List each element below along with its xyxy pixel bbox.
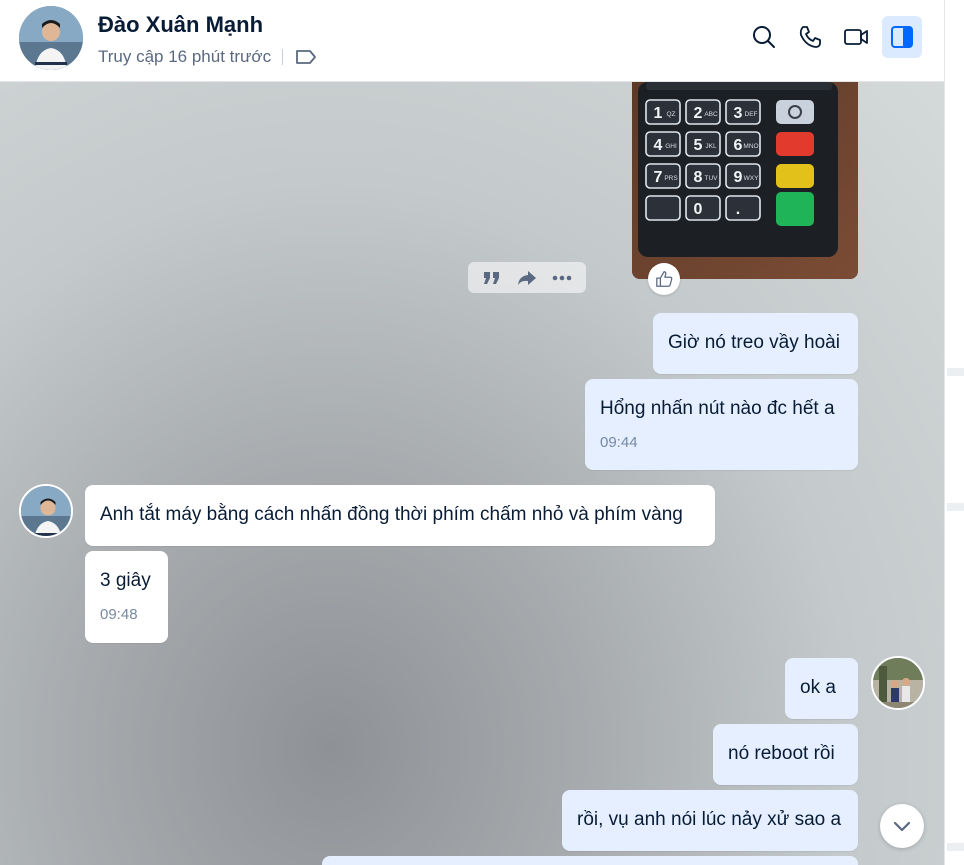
keypad-key-label: 9: [734, 169, 743, 186]
keypad-key-label: 1: [654, 105, 663, 122]
forward-icon[interactable]: [516, 267, 538, 289]
divider: [947, 843, 964, 851]
keypad-key-sublabel: MNO: [743, 143, 758, 150]
divider: [947, 368, 964, 376]
contact-avatar[interactable]: [19, 6, 83, 70]
message-bubble-sent-partial[interactable]: [322, 856, 858, 865]
contact-status: Truy cập 16 phút trước: [98, 47, 317, 67]
keypad-key-label: 6: [734, 137, 743, 154]
like-button[interactable]: [648, 263, 680, 295]
function-key: [776, 100, 814, 124]
keypad-key-sublabel: QZ: [666, 111, 675, 118]
sidebar-toggle-icon: [891, 26, 913, 48]
phone-icon: [799, 26, 821, 48]
keypad-key: [685, 195, 721, 221]
video-icon: [844, 29, 868, 45]
keypad-key-label: 4: [654, 137, 663, 154]
last-seen-text: Truy cập 16 phút trước: [98, 47, 272, 66]
keypad-key-sublabel: WXY: [744, 175, 759, 182]
chevron-down-icon: [893, 821, 911, 832]
keypad-key-label: 3: [734, 105, 743, 122]
message-text: Giờ nó treo vầy hoài: [668, 332, 840, 353]
divider: [282, 49, 284, 65]
header-actions: [744, 16, 922, 58]
scroll-to-bottom-button[interactable]: [880, 804, 924, 848]
message-bubble-received[interactable]: 3 giây 09:48: [85, 551, 168, 643]
quote-icon[interactable]: [481, 267, 503, 289]
keypad-key: [645, 195, 681, 221]
my-avatar[interactable]: [871, 656, 925, 710]
divider: [947, 503, 964, 511]
message-bubble-sent[interactable]: rồi, vụ anh nói lúc nảy xử sao a: [562, 790, 858, 851]
image-message[interactable]: 1 QZ 2 ABC 3 DEF 4 GHI 5 JKL 6 MNO 7 PRS 8 TUV 9 WXY 0.: [632, 82, 858, 279]
message-bubble-sent[interactable]: ok a: [785, 658, 858, 719]
message-time: 09:48: [100, 606, 138, 623]
keypad-key-sublabel: DEF: [745, 111, 758, 118]
keypad-key-sublabel: TUV: [705, 175, 719, 182]
keypad-key-label: .: [736, 201, 740, 218]
keypad-key-label: 0: [694, 201, 703, 218]
search-icon: [753, 26, 775, 48]
message-bubble-sent[interactable]: Hổng nhấn nút nào đc hết a 09:44: [585, 379, 858, 470]
thumbs-up-icon: [656, 271, 673, 287]
message-text: ok a: [800, 677, 836, 698]
message-bubble-sent[interactable]: Giờ nó treo vầy hoài: [653, 313, 858, 374]
message-text: nó reboot rồi: [728, 743, 835, 764]
call-button[interactable]: [790, 16, 830, 58]
message-text: 3 giây: [100, 570, 151, 591]
message-text: rồi, vụ anh nói lúc nảy xử sao a: [577, 809, 842, 830]
keypad-key: [725, 195, 761, 221]
keypad-key-sublabel: ABC: [704, 111, 718, 118]
chat-header: Đào Xuân Mạnh Truy cập 16 phút trước: [0, 0, 944, 82]
message-time: 09:44: [600, 434, 638, 451]
sender-avatar[interactable]: [19, 484, 73, 538]
side-panel-edge: [944, 0, 964, 865]
keypad-key-label: 7: [654, 169, 663, 186]
message-text: Anh tắt máy bằng cách nhấn đồng thời phí…: [100, 504, 683, 525]
message-text: Hổng nhấn nút nào đc hết a: [600, 398, 835, 419]
message-bubble-received[interactable]: Anh tắt máy bằng cách nhấn đồng thời phí…: [85, 485, 715, 546]
cancel-key: [776, 132, 814, 156]
more-icon[interactable]: [551, 267, 573, 289]
search-button[interactable]: [744, 16, 784, 58]
message-bubble-sent[interactable]: nó reboot rồi: [713, 724, 858, 785]
keypad-key-label: 8: [694, 169, 703, 186]
keypad-key-sublabel: GHI: [665, 143, 677, 150]
keypad-key-sublabel: PRS: [664, 175, 678, 182]
clear-key: [776, 164, 814, 188]
toggle-info-panel-button[interactable]: [882, 16, 922, 58]
enter-key: [776, 192, 814, 226]
message-actions-bar: [468, 262, 586, 293]
keypad-key-label: 2: [694, 105, 703, 122]
tag-icon[interactable]: [295, 49, 317, 65]
keypad-key-label: 5: [694, 137, 703, 154]
message-list: 1 QZ 2 ABC 3 DEF 4 GHI 5 JKL 6 MNO 7 PRS 8 TUV 9 WXY 0. Gi…: [0, 82, 944, 865]
keypad-key-sublabel: JKL: [705, 143, 717, 150]
contact-name: Đào Xuân Mạnh: [98, 12, 264, 37]
video-call-button[interactable]: [836, 16, 876, 58]
